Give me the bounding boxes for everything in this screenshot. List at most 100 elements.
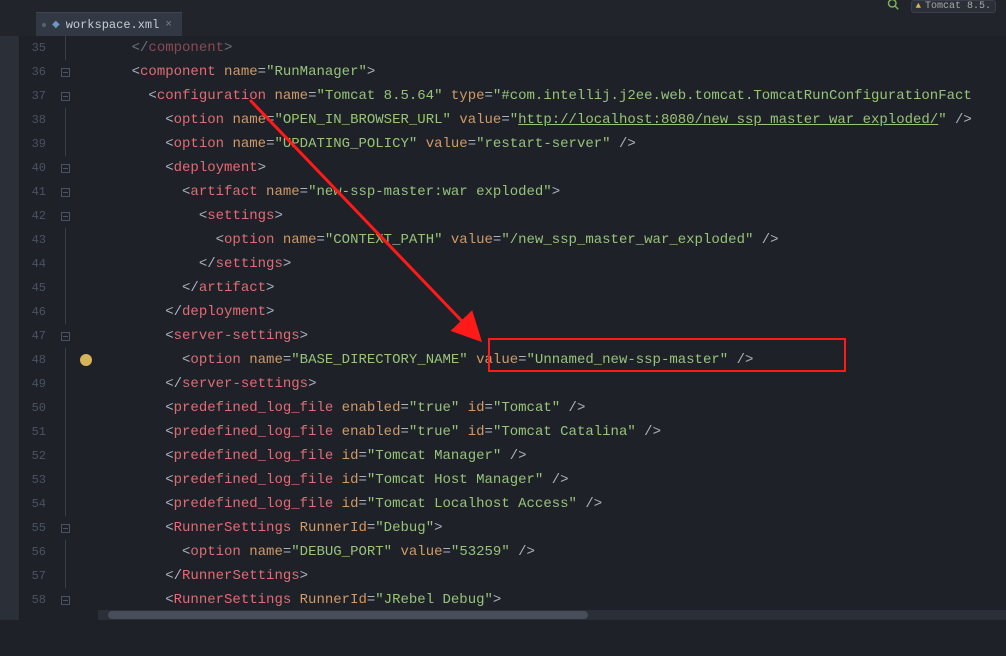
fold-collapse-icon[interactable]	[61, 188, 70, 197]
code-line[interactable]: 53 <predefined_log_file id="Tomcat Host …	[20, 468, 1006, 492]
code-content[interactable]: </artifact>	[98, 276, 274, 300]
code-content[interactable]: <predefined_log_file id="Tomcat Host Man…	[98, 468, 569, 492]
code-line[interactable]: 52 <predefined_log_file id="Tomcat Manag…	[20, 444, 1006, 468]
fold-collapse-icon[interactable]	[61, 164, 70, 173]
code-line[interactable]: 35 </component>	[20, 36, 1006, 60]
code-content[interactable]: <configuration name="Tomcat 8.5.64" type…	[98, 84, 972, 108]
run-config-label: Tomcat 8.5.	[925, 1, 991, 12]
code-line[interactable]: 39 <option name="UPDATING_POLICY" value=…	[20, 132, 1006, 156]
code-content[interactable]: <predefined_log_file id="Tomcat Localhos…	[98, 492, 602, 516]
code-line[interactable]: 54 <predefined_log_file id="Tomcat Local…	[20, 492, 1006, 516]
fold-collapse-icon[interactable]	[61, 92, 70, 101]
code-content[interactable]: <component name="RunManager">	[98, 60, 375, 84]
code-content[interactable]: <predefined_log_file id="Tomcat Manager"…	[98, 444, 527, 468]
code-line[interactable]: 40 <deployment>	[20, 156, 1006, 180]
line-number: 51	[20, 425, 56, 439]
code-line[interactable]: 48 <option name="BASE_DIRECTORY_NAME" va…	[20, 348, 1006, 372]
line-number: 37	[20, 89, 56, 103]
fold-gutter[interactable]	[56, 212, 74, 221]
fold-gutter	[56, 420, 74, 444]
code-content[interactable]: <predefined_log_file enabled="true" id="…	[98, 396, 585, 420]
code-line[interactable]: 42 <settings>	[20, 204, 1006, 228]
code-content[interactable]: <settings>	[98, 204, 283, 228]
tomcat-icon: ▲	[916, 1, 921, 11]
code-content[interactable]: <option name="CONTEXT_PATH" value="/new_…	[98, 228, 779, 252]
line-number: 48	[20, 353, 56, 367]
fold-gutter	[56, 132, 74, 156]
line-number: 39	[20, 137, 56, 151]
fold-gutter	[56, 108, 74, 132]
code-line[interactable]: 41 <artifact name="new-ssp-master:war ex…	[20, 180, 1006, 204]
fold-collapse-icon[interactable]	[61, 332, 70, 341]
scrollbar-thumb[interactable]	[108, 611, 588, 619]
code-line[interactable]: 47 <server-settings>	[20, 324, 1006, 348]
code-content[interactable]: </RunnerSettings>	[98, 564, 308, 588]
fold-gutter	[56, 36, 74, 60]
code-line[interactable]: 56 <option name="DEBUG_PORT" value="5325…	[20, 540, 1006, 564]
code-line[interactable]: 36 <component name="RunManager">	[20, 60, 1006, 84]
search-icon[interactable]	[887, 0, 899, 14]
fold-collapse-icon[interactable]	[61, 212, 70, 221]
fold-gutter[interactable]	[56, 68, 74, 77]
code-line[interactable]: 37 <configuration name="Tomcat 8.5.64" t…	[20, 84, 1006, 108]
code-content[interactable]: <option name="BASE_DIRECTORY_NAME" value…	[98, 348, 753, 372]
code-content[interactable]: </component>	[98, 36, 232, 60]
tool-window-stripe-left[interactable]	[0, 36, 20, 620]
line-number: 43	[20, 233, 56, 247]
code-editor[interactable]: 35 </component>36 <component name="RunMa…	[20, 36, 1006, 620]
code-line[interactable]: 57 </RunnerSettings>	[20, 564, 1006, 588]
fold-collapse-icon[interactable]	[61, 68, 70, 77]
fold-gutter[interactable]	[56, 188, 74, 197]
line-number: 47	[20, 329, 56, 343]
run-configuration-selector[interactable]: ▲ Tomcat 8.5.	[911, 0, 996, 13]
fold-gutter[interactable]	[56, 164, 74, 173]
line-number: 44	[20, 257, 56, 271]
xml-file-icon: ◆	[52, 19, 60, 31]
fold-gutter	[56, 540, 74, 564]
fold-gutter	[56, 396, 74, 420]
code-line[interactable]: 46 </deployment>	[20, 300, 1006, 324]
fold-gutter[interactable]	[56, 332, 74, 341]
fold-collapse-icon[interactable]	[61, 524, 70, 533]
code-line[interactable]: 51 <predefined_log_file enabled="true" i…	[20, 420, 1006, 444]
editor-tabs: ◆ workspace.xml ×	[0, 12, 1006, 36]
code-content[interactable]: </server-settings>	[98, 372, 316, 396]
code-line[interactable]: 55 <RunnerSettings RunnerId="Debug">	[20, 516, 1006, 540]
close-icon[interactable]: ×	[165, 19, 172, 31]
fold-gutter[interactable]	[56, 596, 74, 605]
code-line[interactable]: 44 </settings>	[20, 252, 1006, 276]
line-number: 38	[20, 113, 56, 127]
code-content[interactable]: </settings>	[98, 252, 291, 276]
fold-gutter	[56, 276, 74, 300]
line-number: 40	[20, 161, 56, 175]
code-line[interactable]: 49 </server-settings>	[20, 372, 1006, 396]
line-number: 55	[20, 521, 56, 535]
code-line[interactable]: 38 <option name="OPEN_IN_BROWSER_URL" va…	[20, 108, 1006, 132]
line-number: 42	[20, 209, 56, 223]
horizontal-scrollbar[interactable]	[98, 610, 1006, 620]
code-line[interactable]: 50 <predefined_log_file enabled="true" i…	[20, 396, 1006, 420]
line-number: 58	[20, 593, 56, 607]
code-content[interactable]: <predefined_log_file enabled="true" id="…	[98, 420, 661, 444]
fold-gutter[interactable]	[56, 524, 74, 533]
line-number: 36	[20, 65, 56, 79]
code-content[interactable]: <deployment>	[98, 156, 266, 180]
hint-gutter	[74, 354, 98, 366]
fold-collapse-icon[interactable]	[61, 596, 70, 605]
tab-workspace-xml[interactable]: ◆ workspace.xml ×	[36, 12, 182, 36]
code-line[interactable]: 43 <option name="CONTEXT_PATH" value="/n…	[20, 228, 1006, 252]
fold-gutter[interactable]	[56, 92, 74, 101]
code-content[interactable]: <server-settings>	[98, 324, 308, 348]
code-content[interactable]: <option name="OPEN_IN_BROWSER_URL" value…	[98, 108, 972, 132]
intention-bulb-icon[interactable]	[80, 354, 92, 366]
code-content[interactable]: <artifact name="new-ssp-master:war explo…	[98, 180, 560, 204]
code-content[interactable]: <option name="DEBUG_PORT" value="53259" …	[98, 540, 535, 564]
code-content[interactable]: <RunnerSettings RunnerId="Debug">	[98, 516, 443, 540]
fold-gutter	[56, 228, 74, 252]
code-line[interactable]: 58 <RunnerSettings RunnerId="JRebel Debu…	[20, 588, 1006, 612]
code-content[interactable]: </deployment>	[98, 300, 274, 324]
code-content[interactable]: <option name="UPDATING_POLICY" value="re…	[98, 132, 636, 156]
code-content[interactable]: <RunnerSettings RunnerId="JRebel Debug">	[98, 588, 501, 612]
window-toolbar: ▲ Tomcat 8.5.	[0, 0, 1006, 12]
code-line[interactable]: 45 </artifact>	[20, 276, 1006, 300]
